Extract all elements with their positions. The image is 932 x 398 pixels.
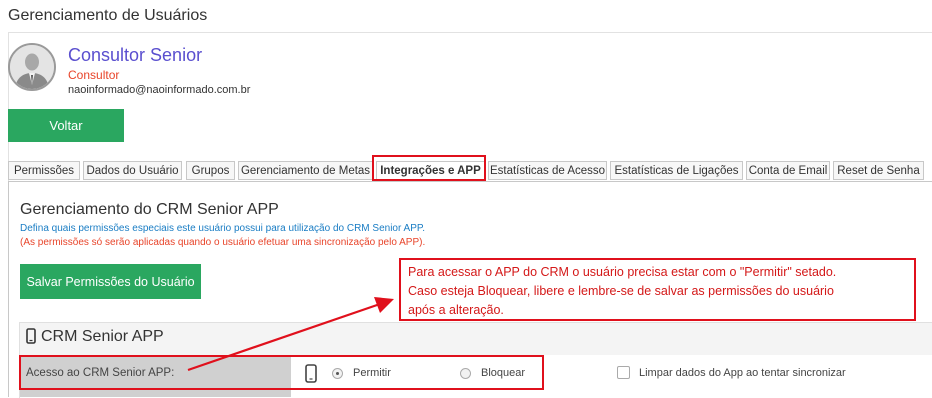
tab-bar-underline [8,181,932,182]
save-user-permissions-button[interactable]: Salvar Permissões do Usuário [20,264,201,299]
active-tab-highlight-box [372,155,486,181]
clear-app-data-label[interactable]: Limpar dados do App ao tentar sincroniza… [639,367,846,379]
title-divider [8,32,932,33]
tab-reset-de-senha[interactable]: Reset de Senha [833,161,924,180]
tab-permissoes[interactable]: Permissões [8,161,80,180]
annotation-line: Caso esteja Bloquear, libere e lembre-se… [408,284,834,298]
tab-panel-border [8,182,9,397]
back-button[interactable]: Voltar [8,109,124,142]
annotation-note: Para acessar o APP do CRM o usuário prec… [399,258,916,321]
user-role: Consultor [68,68,120,82]
tab-dados-do-usuario[interactable]: Dados do Usuário [83,161,182,180]
section-title: Gerenciamento do CRM Senior APP [20,201,279,218]
annotation-line: Para acessar o APP do CRM o usuário prec… [408,265,837,279]
mobile-phone-icon [26,328,36,349]
user-name[interactable]: Consultor Senior [68,45,202,66]
tab-estatisticas-de-acesso[interactable]: Estatísticas de Acesso [488,161,607,180]
tab-gerenciamento-de-metas[interactable]: Gerenciamento de Metas [238,161,373,180]
card-title: CRM Senior APP [41,328,164,345]
tab-conta-de-email[interactable]: Conta de Email [746,161,830,180]
user-avatar-icon [8,43,56,91]
clear-app-data-checkbox[interactable] [617,366,630,379]
user-email: naoinformado@naoinformado.com.br [68,84,251,96]
section-warning: (As permissões só serão aplicadas quando… [20,237,426,248]
tab-estatisticas-de-ligacoes[interactable]: Estatísticas de Ligações [610,161,743,180]
tab-grupos[interactable]: Grupos [186,161,235,180]
page-title: Gerenciamento de Usuários [8,7,208,24]
annotation-line: após a alteração. [408,303,504,317]
section-description: Defina quais permissões especiais este u… [20,223,426,234]
access-row-highlight-box [19,355,544,390]
